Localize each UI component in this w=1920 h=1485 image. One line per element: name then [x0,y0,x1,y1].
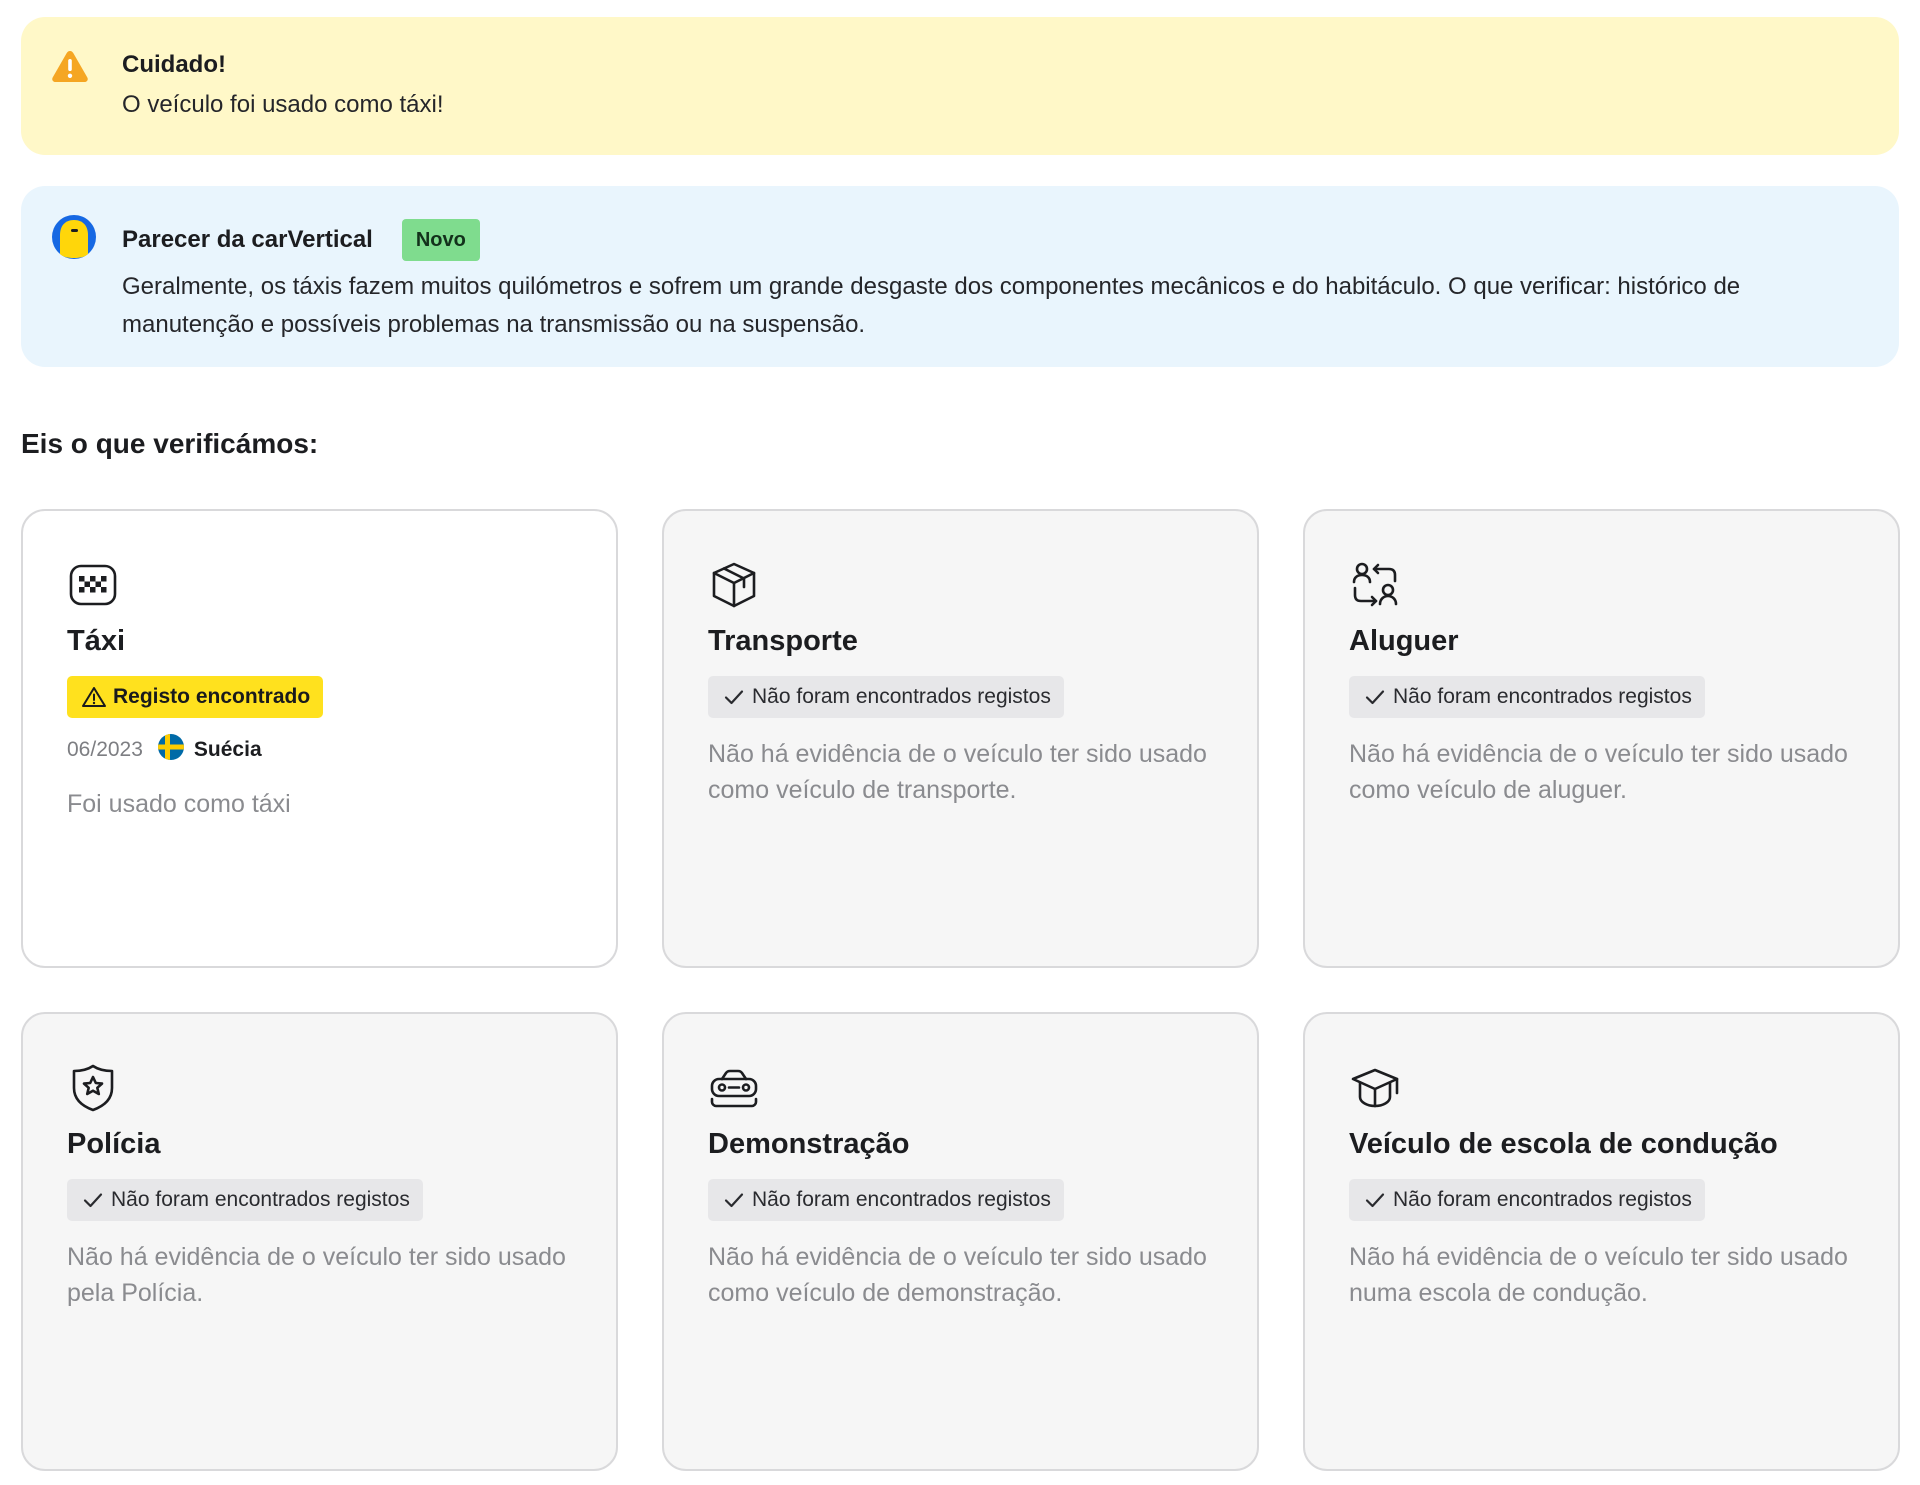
card-description: Não há evidência de o veículo ter sido u… [67,1243,566,1307]
warning-text: O veículo foi usado como táxi! [122,91,444,118]
record-line: 06/2023 Suécia [67,734,572,766]
check-card-transport: Transporte Não foram encontrados registo… [662,509,1259,968]
status-badge-found: Registo encontrado [67,676,324,718]
status-label: Não foram encontrados registos [752,685,1051,708]
taxi-warning-alert: Cuidado! O veículo foi usado como táxi! [21,17,1899,155]
status-badge-ok: Não foram encontrados registos [1349,1179,1705,1221]
card-title: Veículo de escola de condução [1349,1128,1778,1160]
status-badge-ok: Não foram encontrados registos [708,676,1064,718]
status-label: Não foram encontrados registos [1393,685,1692,708]
section-title: Eis o que verificámos: [21,428,319,459]
status-label: Registo encontrado [113,685,311,708]
insight-title-row: Parecer da carVertical Novo [122,219,1799,261]
card-description: Foi usado como táxi [67,790,291,818]
check-card-driving-school: Veículo de escola de condução Não foram … [1303,1012,1900,1471]
carvertical-logo-icon [51,214,97,265]
status-badge-ok: Não foram encontrados registos [708,1179,1064,1221]
warning-triangle-icon [51,49,89,88]
warning-content: Cuidado! O veículo foi usado como táxi! [122,49,1799,124]
check-icon [724,690,744,705]
status-label: Não foram encontrados registos [752,1188,1051,1211]
check-card-taxi: Táxi Registo encontrado 06/2023 Suécia F… [21,509,618,968]
check-icon [724,1193,744,1208]
status-label: Não foram encontrados registos [111,1188,410,1211]
card-description: Não há evidência de o veículo ter sido u… [1349,1243,1848,1307]
card-description: Não há evidência de o veículo ter sido u… [708,1243,1207,1307]
status-badge-ok: Não foram encontrados registos [67,1179,423,1221]
card-title: Táxi [67,625,126,657]
card-title: Aluguer [1349,625,1459,657]
check-card-rental: Aluguer Não foram encontrados registos N… [1303,509,1900,968]
demo-car-icon [708,1062,1213,1114]
card-description: Não há evidência de o veículo ter sido u… [708,740,1207,804]
card-description: Não há evidência de o veículo ter sido u… [1349,740,1848,804]
insight-text: Geralmente, os táxis fazem muitos quilóm… [122,273,1741,338]
graduation-cap-icon [1349,1062,1854,1114]
check-card-demo: Demonstração Não foram encontrados regis… [662,1012,1259,1471]
card-title: Polícia [67,1128,161,1160]
check-icon [1365,1193,1385,1208]
warning-title: Cuidado! [122,51,226,78]
checks-grid: Táxi Registo encontrado 06/2023 Suécia F… [21,509,1900,1471]
check-card-police: Polícia Não foram encontrados registos N… [21,1012,618,1471]
insight-content: Parecer da carVertical Novo Geralmente, … [122,219,1799,344]
report-section: Cuidado! O veículo foi usado como táxi! … [21,17,1900,1471]
insight-title: Parecer da carVertical [122,226,373,253]
card-title: Transporte [708,625,858,657]
card-title: Demonstração [708,1128,910,1160]
warning-outline-icon [82,687,106,707]
rental-swap-users-icon [1349,559,1854,611]
check-icon [1365,690,1385,705]
package-box-icon [708,559,1213,611]
taxi-sign-icon [67,559,572,611]
status-badge-ok: Não foram encontrados registos [1349,676,1705,718]
status-label: Não foram encontrados registos [1393,1188,1692,1211]
carvertical-insight-alert: Parecer da carVertical Novo Geralmente, … [21,186,1899,367]
check-icon [83,1193,103,1208]
record-country: Suécia [193,738,262,761]
new-badge: Novo [401,219,480,261]
record-date: 06/2023 [67,738,143,761]
police-badge-icon [67,1062,572,1114]
sweden-flag-icon [157,734,184,766]
